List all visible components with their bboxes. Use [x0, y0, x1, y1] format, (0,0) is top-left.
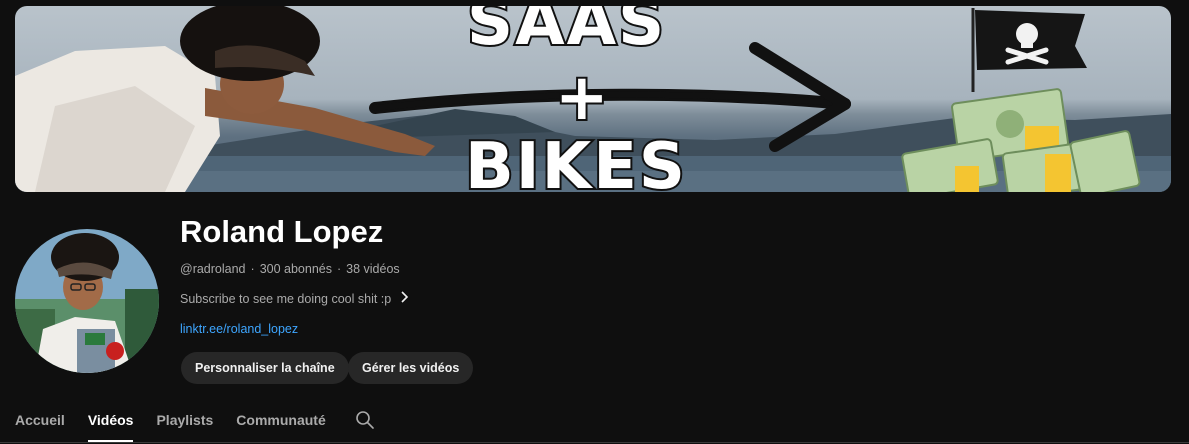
channel-meta: @radroland · 300 abonnés · 38 vidéos	[180, 262, 400, 276]
banner-title-line2: BIKES	[463, 128, 687, 192]
channel-handle: @radroland	[180, 262, 246, 276]
channel-avatar[interactable]	[15, 229, 159, 373]
meta-separator: ·	[250, 262, 255, 276]
tab-videos[interactable]: Vidéos	[87, 400, 133, 442]
search-icon[interactable]	[355, 400, 375, 435]
banner-title-line1: SAAS	[465, 6, 667, 62]
description-text: Subscribe to see me doing cool shit :p	[180, 291, 392, 306]
channel-description[interactable]: Subscribe to see me doing cool shit :p	[180, 291, 409, 306]
channel-banner: SAAS + BIKES	[15, 6, 1171, 192]
manage-videos-button[interactable]: Gérer les vidéos	[348, 352, 474, 384]
meta-separator: ·	[336, 262, 342, 276]
avatar-image	[15, 229, 159, 373]
tab-accueil[interactable]: Accueil	[15, 400, 65, 442]
chevron-right-icon	[399, 291, 409, 306]
channel-tabs: Accueil Vidéos Playlists Communauté	[15, 400, 375, 444]
banner-title-plus: +	[553, 59, 611, 137]
tabs-divider	[0, 442, 1189, 443]
tab-communaute[interactable]: Communauté	[236, 400, 325, 442]
video-count: 38 vidéos	[346, 262, 400, 276]
customize-channel-button[interactable]: Personnaliser la chaîne	[181, 352, 349, 384]
channel-name: Roland Lopez	[180, 214, 384, 249]
channel-link[interactable]: linktr.ee/roland_lopez	[180, 322, 298, 336]
subscriber-count: 300 abonnés	[259, 262, 332, 276]
tab-playlists[interactable]: Playlists	[156, 400, 213, 442]
